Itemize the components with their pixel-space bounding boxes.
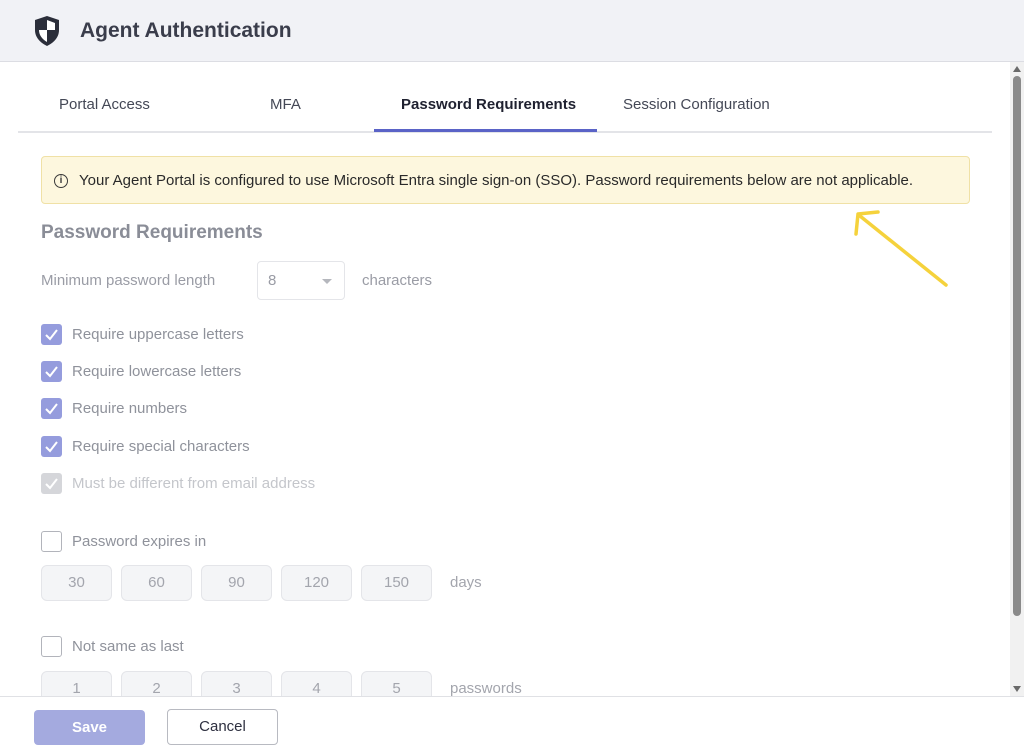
checkbox-lowercase[interactable] — [41, 361, 62, 382]
tab-bar: Portal Access MFA Password Requirements … — [18, 80, 992, 133]
active-tab-indicator — [374, 129, 597, 132]
checkbox-special-characters[interactable] — [41, 436, 62, 457]
rule-label: Require special characters — [72, 438, 250, 455]
tab-password-requirements[interactable]: Password Requirements — [401, 96, 576, 113]
scroll-down-icon[interactable] — [1013, 686, 1021, 692]
checkbox-different-from-email — [41, 473, 62, 494]
min-length-select[interactable]: 8 — [257, 261, 345, 300]
checkbox-uppercase[interactable] — [41, 324, 62, 345]
rule-label: Require lowercase letters — [72, 363, 242, 380]
expiry-unit: days — [450, 574, 482, 591]
cancel-button[interactable]: Cancel — [167, 709, 278, 745]
check-icon — [45, 329, 58, 341]
check-icon — [45, 366, 58, 378]
banner-message: Your Agent Portal is configured to use M… — [79, 172, 914, 189]
annotation-arrow-icon — [854, 210, 948, 287]
chevron-down-icon — [322, 279, 332, 284]
min-length-label: Minimum password length — [41, 272, 216, 289]
expiry-option-120[interactable]: 120 — [281, 565, 352, 601]
info-icon: i — [54, 174, 68, 188]
section-title: Password Requirements — [41, 222, 263, 243]
save-button[interactable]: Save — [34, 710, 145, 745]
tab-mfa[interactable]: MFA — [270, 96, 301, 113]
rule-label: Require uppercase letters — [72, 326, 244, 343]
tab-session-configuration[interactable]: Session Configuration — [623, 96, 770, 113]
scrollbar-thumb[interactable] — [1013, 76, 1021, 616]
check-icon — [45, 441, 58, 453]
not-same-as-last-label: Not same as last — [72, 638, 184, 655]
min-length-unit: characters — [362, 272, 433, 289]
check-icon — [45, 478, 58, 490]
expiry-option-90[interactable]: 90 — [201, 565, 272, 601]
expiry-option-150[interactable]: 150 — [361, 565, 432, 601]
checkbox-numbers[interactable] — [41, 398, 62, 419]
vertical-scrollbar[interactable] — [1010, 62, 1024, 696]
expiry-option-30[interactable]: 30 — [41, 565, 112, 601]
checkbox-not-same-as-last[interactable] — [41, 636, 62, 657]
page-header: Agent Authentication — [0, 0, 1024, 62]
check-icon — [45, 403, 58, 415]
shield-icon — [35, 16, 59, 46]
password-expires-label: Password expires in — [72, 533, 207, 550]
tab-portal-access[interactable]: Portal Access — [59, 96, 150, 113]
checkbox-password-expires[interactable] — [41, 531, 62, 552]
footer-actions: Save Cancel — [0, 696, 1024, 753]
history-unit: passwords — [450, 680, 522, 697]
page-title: Agent Authentication — [80, 19, 292, 42]
rule-label: Must be different from email address — [72, 475, 316, 492]
scroll-up-icon[interactable] — [1013, 66, 1021, 72]
expiry-option-60[interactable]: 60 — [121, 565, 192, 601]
min-length-value: 8 — [268, 272, 277, 289]
sso-info-banner: i Your Agent Portal is configured to use… — [41, 156, 970, 204]
rule-label: Require numbers — [72, 400, 188, 417]
